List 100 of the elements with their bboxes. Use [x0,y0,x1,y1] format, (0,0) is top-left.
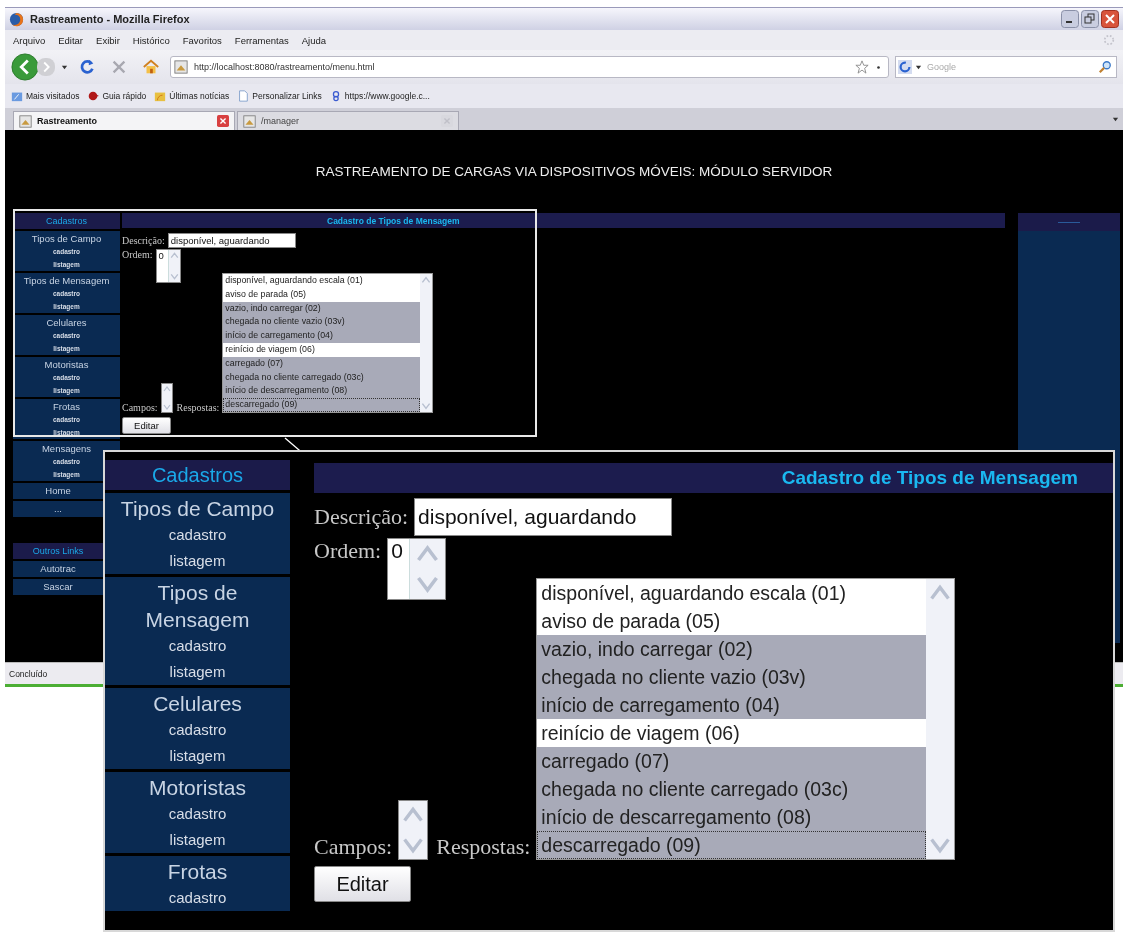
sidebar-link[interactable]: cadastro [168,717,227,743]
field-label: Descrição: [122,235,165,246]
home-icon[interactable] [142,58,160,76]
list-option[interactable]: carregado (07) [537,747,927,775]
list-option[interactable]: início de carregamento (04) [223,329,421,343]
sidebar-link[interactable]: cadastro [168,633,227,659]
status-text: Concluído [9,668,48,679]
scroll-up-icon[interactable] [168,250,180,261]
scroll-down-icon[interactable] [168,271,180,282]
menu-item[interactable]: Arquivo [13,34,46,46]
sidebar-link[interactable]: Autotrac [13,561,103,577]
list-option[interactable]: chegada no cliente vazio (03v) [537,663,927,691]
bookmark-link[interactable]: Últimas notícias [154,90,230,102]
sidebar-group-title: Tipos de Mensagem [144,580,251,633]
sidebar-group-title: Tipos de Mensagem [23,274,110,287]
sidebar-link[interactable]: cadastro [168,885,227,911]
sidebar-link[interactable]: Sascar [13,579,103,595]
scrollbar[interactable] [926,579,955,859]
dropdown-icon[interactable] [61,63,68,71]
sidebar-group-title: Motoristas [44,358,89,371]
answers-listbox[interactable] [222,273,434,413]
sidebar-group-title: Celulares [153,691,242,717]
sidebar-group-title: Tipos de Campo [31,232,102,245]
folder-icon [11,90,23,102]
dropdown-icon[interactable] [915,63,922,71]
list-option[interactable]: vazio, indo carregar (02) [537,635,927,663]
scrollbar[interactable] [420,274,433,412]
answers-listbox[interactable] [536,578,956,860]
list-option[interactable]: chegada no cliente carregado (03c) [537,775,927,803]
field-label: Ordem: [314,538,382,564]
bookmark-link[interactable]: https://www.google.c... [329,90,430,102]
sidebar-link[interactable]: listagem [169,743,226,769]
order-spinner[interactable]: 0 [155,249,181,283]
browser-tab[interactable]: Rastreamento [13,111,235,130]
bookmark-link[interactable]: Mais visitados [11,90,80,102]
field-label: Ordem: [122,249,153,260]
menu-item[interactable]: Exibir [96,34,120,46]
page-icon [237,90,250,102]
sidebar-group-title: Mensagens [41,442,92,455]
page-icon [19,114,32,128]
bookmark-link[interactable]: Personalizar Links [237,90,322,102]
search-engine-icon[interactable] [898,60,912,74]
field-label: Respostas: [436,834,531,860]
browser-tab[interactable]: /manager [237,111,459,130]
field-label: Campos: [314,834,393,860]
page-icon [174,60,188,74]
description-field[interactable]: disponível, aguardando [414,498,673,536]
sidebar-heading: Outros Links [13,543,103,559]
form-title: Cadastro de Tipos de Mensagem [327,215,460,226]
sidebar-group-title: Celulares [46,316,87,329]
sidebar-link[interactable]: listagem [169,659,226,685]
sidebar-link[interactable]: listagem [169,548,226,574]
sidebar-heading: Cadastros [13,213,120,229]
sidebar-link[interactable]: cadastro [168,801,227,827]
folder-icon [154,90,167,102]
window-title: Rastreamento - Mozilla Firefox [30,13,190,25]
sidebar-group-title: Tipos de Campo [120,496,275,522]
page-icon [243,114,256,128]
sidebar-link[interactable]: Home [13,483,103,499]
tab-list-icon[interactable] [1112,115,1119,123]
minimize-icon[interactable] [1061,10,1079,28]
order-spinner[interactable]: 0 [387,538,447,600]
edit-button[interactable]: Editar [122,416,171,434]
menu-item[interactable]: Editar [58,34,84,46]
reload-icon[interactable] [78,58,96,76]
list-option[interactable]: início de descarregamento (08) [537,803,927,831]
list-option[interactable]: chegada no cliente vazio (03v) [223,315,421,330]
dropdown-icon[interactable] [875,63,882,71]
browser-logo-icon [9,11,24,27]
sidebar-link[interactable]: ... [13,501,103,517]
bookmark-link[interactable]: Guia rápido [87,90,147,102]
sidebar-group-title: Frotas [167,859,228,885]
close-icon[interactable] [1101,10,1119,28]
address-bar[interactable]: http://localhost:8080/rastreamento/menu.html [170,56,889,78]
edit-button[interactable]: Editar [314,866,411,902]
search-field[interactable]: Google [895,56,1117,78]
sidebar-link[interactable]: listagem [169,827,226,853]
menu-item[interactable]: Ajuda [301,34,326,46]
throbber-icon [1103,34,1115,46]
menu-item[interactable]: Histórico [132,34,170,46]
list-option[interactable]: início de descarregamento (08) [223,384,421,399]
form-title: Cadastro de Tipos de Mensagem [781,467,1078,489]
field-label: Respostas: [176,401,220,413]
back-icon[interactable] [11,53,39,81]
scrollbar[interactable] [160,382,173,413]
description-field[interactable]: disponível, aguardando [167,233,296,248]
page-header: RASTREAMENTO DE CARGAS VIA DISPOSITIVOS MÓVEIS: MÓDULO SERVIDOR [315,164,833,179]
star-icon[interactable] [855,60,869,74]
restore-icon[interactable] [1081,10,1099,28]
menu-item[interactable]: Favoritos [182,34,222,46]
list-option[interactable]: descarregado (09) [537,831,927,859]
sidebar-group-title: Frotas [53,400,80,413]
list-option[interactable]: início de carregamento (04) [537,691,927,719]
sidebar-link[interactable]: cadastro [168,522,227,548]
close-tab-icon[interactable] [217,115,229,127]
list-option[interactable]: descarregado (09) [223,398,421,412]
menu-item[interactable]: Ferramentas [234,34,289,46]
field-label: Descrição: [314,504,409,530]
stop-icon[interactable] [110,58,128,76]
search-icon[interactable] [1098,60,1112,74]
